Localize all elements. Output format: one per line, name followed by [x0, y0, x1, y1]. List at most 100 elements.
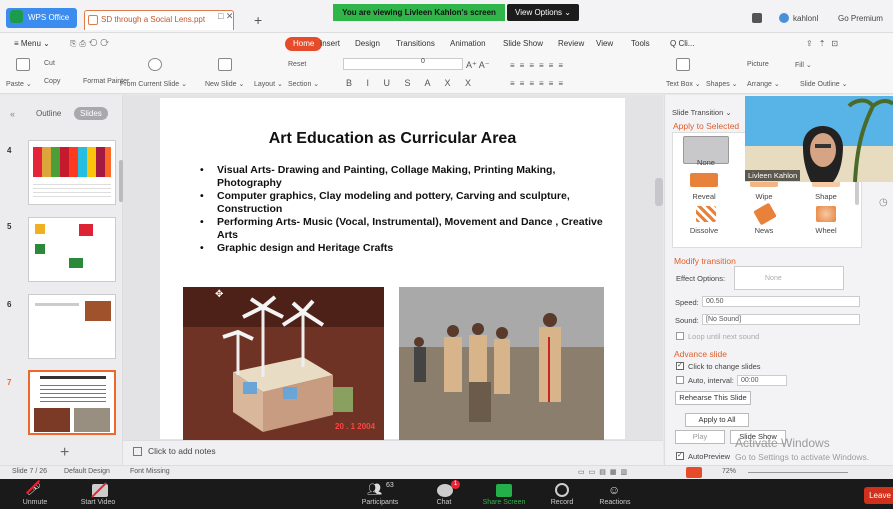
thumbnail-icon	[69, 258, 83, 268]
start-video-button[interactable]: Start Video	[68, 499, 128, 506]
font-grow-shrink-icons[interactable]: A⁺ A⁻	[466, 60, 490, 71]
font-missing-link[interactable]: Font Missing	[130, 468, 170, 475]
history-icon[interactable]: ◷	[879, 197, 888, 208]
click-to-change-checkbox[interactable]: ✓	[676, 362, 684, 370]
chat-button[interactable]: Chat	[414, 499, 474, 506]
tab-design[interactable]: Design	[355, 38, 380, 50]
tab-slides[interactable]: Slides	[74, 107, 108, 120]
menu-button[interactable]: ≡ Menu ⌄	[14, 38, 50, 50]
record-icon[interactable]	[555, 483, 569, 497]
text-box-button[interactable]: Text Box ⌄	[666, 80, 701, 88]
share-icon[interactable]: ⇪⇡⊡	[806, 38, 844, 50]
quick-access-icons[interactable]: ⎘⎙⟲⟳	[70, 38, 112, 50]
font-style-icons[interactable]: B I U S A X X	[346, 78, 477, 88]
zoom-slider[interactable]	[748, 472, 848, 473]
slide-vertical-scrollbar[interactable]	[655, 178, 663, 206]
apply-to-all-button[interactable]: Apply to All	[685, 413, 749, 427]
slide-bullet-list[interactable]: Visual Arts- Drawing and Painting, Colla…	[200, 164, 610, 256]
leave-meeting-button[interactable]: Leave	[864, 487, 893, 504]
layout-icon[interactable]	[752, 13, 762, 23]
tab-animation[interactable]: Animation	[450, 38, 486, 50]
tab-home[interactable]: Home	[285, 37, 323, 51]
transition-wheel-thumb[interactable]	[816, 206, 836, 222]
slide-thumbnail-5[interactable]	[28, 217, 116, 282]
picture-button[interactable]: Picture	[747, 61, 769, 68]
tab-review[interactable]: Review	[558, 38, 584, 50]
layout-button[interactable]: Layout ⌄	[254, 80, 283, 88]
slide-number: 4	[7, 146, 12, 155]
autopreview-checkbox[interactable]: ✓	[676, 452, 684, 460]
panel-title[interactable]: Slide Transition ⌄	[672, 108, 732, 117]
add-slide-button[interactable]: +	[60, 444, 69, 462]
start-slideshow-button[interactable]	[686, 467, 702, 478]
reactions-button[interactable]: Reactions	[585, 499, 645, 506]
reset-button[interactable]: Reset	[288, 61, 306, 68]
share-screen-icon[interactable]	[496, 484, 512, 497]
document-tab[interactable]: SD through a Social Lens.ppt	[84, 10, 234, 30]
slide-title[interactable]: Art Education as Curricular Area	[160, 130, 625, 148]
activate-windows-watermark: Activate Windows	[735, 436, 830, 450]
record-button[interactable]: Record	[532, 499, 592, 506]
view-mode-icons[interactable]: ▭▭▤▦▥	[578, 468, 631, 476]
paste-button[interactable]: Paste ⌄	[6, 80, 32, 88]
play-from-current-icon[interactable]	[148, 58, 162, 71]
sound-select[interactable]: [No Sound]	[702, 314, 860, 325]
fill-button[interactable]: Fill ⌄	[795, 61, 812, 69]
participants-button[interactable]: Participants	[350, 499, 410, 506]
loop-checkbox[interactable]	[676, 332, 684, 340]
tab-outline[interactable]: Outline	[36, 109, 61, 118]
section-button[interactable]: Section ⌄	[288, 80, 319, 88]
slide-thumbnail-7[interactable]	[28, 370, 116, 435]
avatar[interactable]	[779, 13, 789, 23]
go-premium-link[interactable]: Go Premium	[838, 14, 883, 23]
auto-interval-label: Auto, interval:	[688, 376, 734, 385]
transition-reveal-thumb[interactable]	[690, 173, 718, 187]
slide-thumbnail-4[interactable]	[28, 140, 116, 205]
new-tab-button[interactable]: +	[254, 12, 262, 28]
new-slide-icon[interactable]	[218, 58, 232, 71]
close-tab-icon[interactable]: □ ✕	[218, 11, 233, 22]
new-slide-button[interactable]: New Slide ⌄	[205, 80, 244, 88]
shapes-button[interactable]: Shapes ⌄	[706, 80, 738, 88]
rehearse-button[interactable]: Rehearse This Slide	[675, 391, 751, 405]
mouse-cursor-icon: ✥	[215, 289, 224, 300]
from-current-slide-button[interactable]: From Current Slide ⌄	[120, 80, 187, 88]
apply-to-selected-link[interactable]: Apply to Selected	[673, 121, 739, 131]
tab-view[interactable]: View	[596, 38, 613, 50]
notes-placeholder[interactable]: Click to add notes	[148, 446, 216, 456]
user-name[interactable]: kahlonl	[793, 14, 818, 23]
font-size-select[interactable]: 0	[415, 58, 455, 70]
view-options-button[interactable]: View Options ⌄	[507, 4, 579, 21]
auto-interval-checkbox[interactable]	[676, 376, 684, 384]
auto-interval-input[interactable]: 00:00	[737, 375, 787, 386]
effect-options-select[interactable]: None	[734, 266, 844, 290]
tab-slide-show[interactable]: Slide Show	[503, 38, 543, 50]
slide-outline-button[interactable]: Slide Outline ⌄	[800, 80, 848, 88]
copy-button[interactable]: Copy	[44, 78, 60, 85]
share-screen-button[interactable]: Share Screen	[474, 499, 534, 506]
align-icons[interactable]: ≡≡≡≡≡≡	[510, 79, 568, 88]
tab-tools[interactable]: Tools	[631, 38, 650, 50]
tab-transitions[interactable]: Transitions	[396, 38, 435, 50]
beach-cleanup-photo[interactable]	[399, 287, 604, 440]
collapse-panel-icon[interactable]: «	[10, 109, 15, 119]
clay-model-photo[interactable]	[183, 287, 384, 440]
paste-icon[interactable]	[16, 58, 30, 71]
cut-button[interactable]: Cut	[44, 60, 55, 67]
participants-icon[interactable]: 👥︎	[367, 482, 383, 496]
reactions-smiley-icon[interactable]: ☺	[608, 483, 624, 497]
bullet-item: Visual Arts- Drawing and Painting, Colla…	[200, 164, 610, 189]
zoom-level[interactable]: 72%	[722, 468, 736, 475]
checkmark-icon: ✓	[677, 452, 683, 459]
search-icon[interactable]: Q Cli...	[670, 38, 694, 50]
speed-input[interactable]: 00.50	[702, 296, 860, 307]
design-name[interactable]: Default Design	[64, 468, 110, 475]
text-box-icon[interactable]	[676, 58, 690, 71]
slide-thumbnail-6[interactable]	[28, 294, 116, 359]
arrange-button[interactable]: Arrange ⌄	[747, 80, 780, 88]
unmute-button[interactable]: Unmute	[5, 499, 65, 506]
tab-insert[interactable]: Insert	[320, 38, 340, 50]
play-button[interactable]: Play	[675, 430, 725, 444]
paragraph-icons[interactable]: ≡≡≡≡≡≡	[510, 61, 568, 70]
transition-dissolve-thumb[interactable]	[696, 206, 716, 222]
